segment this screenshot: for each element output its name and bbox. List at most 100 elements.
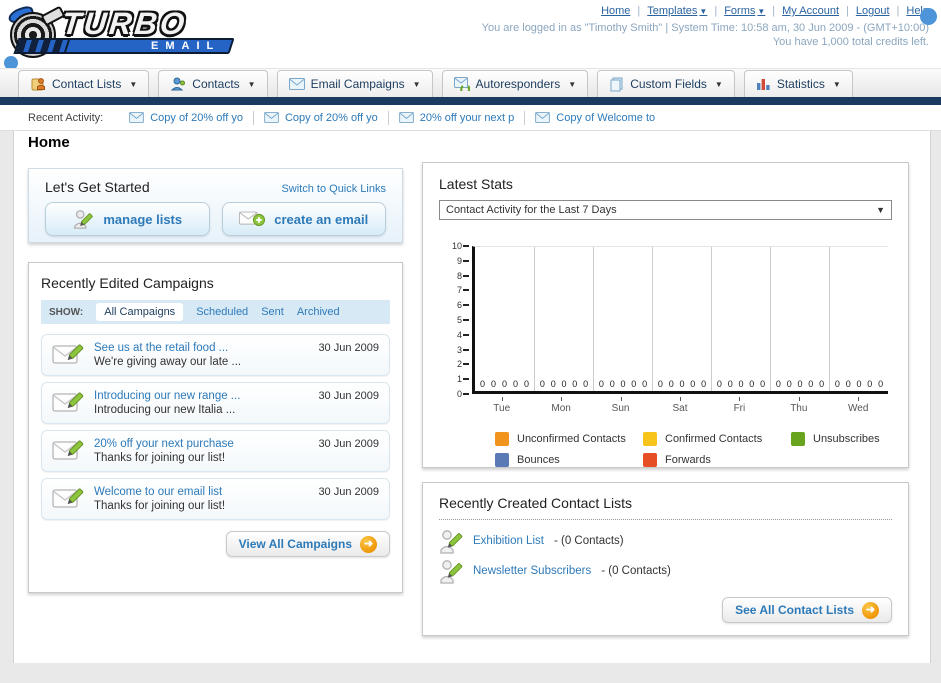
tab-custom-fields[interactable]: Custom Fields ▼ bbox=[597, 70, 735, 97]
contact-activity-chart: 10 9 8 7 6 5 4 3 2 1 0 000000000000000000000000000… bbox=[443, 241, 890, 418]
campaign-card[interactable]: See us at the retail food ... We're givin… bbox=[41, 334, 390, 376]
person-pencil-icon bbox=[440, 560, 463, 584]
tab-statistics[interactable]: Statistics ▼ bbox=[743, 70, 853, 97]
recent-activity-item[interactable]: Copy of 20% off yo bbox=[254, 112, 388, 124]
recent-activity-items: Copy of 20% off yo Copy of 20% off yo 20% … bbox=[119, 110, 665, 125]
campaign-card[interactable]: Introducing our new range ... Introducing… bbox=[41, 382, 390, 424]
data-value-label: 0 bbox=[631, 379, 637, 389]
logo[interactable]: TURBO EMAIL bbox=[6, 4, 258, 60]
filter-all-campaigns[interactable]: All Campaigns bbox=[96, 303, 184, 321]
campaign-card[interactable]: 20% off your next purchase Thanks for joi… bbox=[41, 430, 390, 472]
x-tick-label: Mon bbox=[531, 397, 590, 414]
stats-period-select[interactable]: Contact Activity for the Last 7 Days ▼ bbox=[439, 200, 892, 220]
tab-label: Autoresponders bbox=[475, 77, 561, 91]
autoresponders-icon bbox=[453, 77, 470, 91]
nav-link-my-account[interactable]: My Account bbox=[782, 5, 839, 17]
campaign-card[interactable]: Welcome to our email list Thanks for join… bbox=[41, 478, 390, 520]
data-value-label: 0 bbox=[657, 379, 663, 389]
data-value-label: 0 bbox=[808, 379, 814, 389]
campaign-title-link[interactable]: Introducing our new range ... bbox=[94, 390, 308, 402]
recent-activity-item[interactable]: 20% off your next p bbox=[389, 112, 525, 124]
envelope-pencil-icon bbox=[52, 440, 84, 460]
switch-quick-links-link[interactable]: Switch to Quick Links bbox=[281, 183, 386, 195]
campaign-title-link[interactable]: 20% off your next purchase bbox=[94, 438, 308, 450]
data-value-label: 0 bbox=[583, 379, 589, 389]
tab-contact-lists[interactable]: Contact Lists ▼ bbox=[18, 70, 150, 97]
nav-link-home[interactable]: Home bbox=[601, 5, 630, 17]
recent-activity-item[interactable]: Copy of 20% off yo bbox=[119, 112, 253, 124]
top-nav: Home | Templates ▼ | Forms ▼ | My Account | Logout… bbox=[482, 5, 929, 17]
data-value-label: 0 bbox=[716, 379, 722, 389]
tab-label: Contacts bbox=[192, 77, 240, 91]
chart-day-group: 00000 bbox=[829, 247, 888, 391]
main-nav-tabs: Contact Lists ▼ Contacts ▼ Email Campaigns… bbox=[18, 70, 853, 97]
chart-x-axis: Tue Mon Sun Sat Fri Thu Wed bbox=[472, 397, 888, 414]
manage-lists-label: manage lists bbox=[103, 211, 183, 227]
y-tick-label: 2 bbox=[456, 359, 462, 370]
recent-activity-link: Copy of 20% off yo bbox=[150, 111, 243, 124]
see-all-contact-lists-button[interactable]: See All Contact Lists ➜ bbox=[722, 597, 892, 623]
contact-list-link[interactable]: Newsletter Subscribers bbox=[473, 565, 591, 577]
data-value-label: 0 bbox=[572, 379, 578, 389]
data-value-label: 0 bbox=[490, 379, 496, 389]
create-email-label: create an email bbox=[274, 211, 369, 227]
filter-archived[interactable]: Archived bbox=[297, 306, 340, 318]
data-value-label: 0 bbox=[479, 379, 485, 389]
chart-value-labels: 00000 bbox=[714, 379, 768, 389]
x-tick-label: Wed bbox=[829, 397, 888, 414]
campaign-title-link[interactable]: Welcome to our email list bbox=[94, 486, 308, 498]
data-value-label: 0 bbox=[819, 379, 825, 389]
nav-link-templates[interactable]: Templates ▼ bbox=[647, 5, 707, 17]
contact-lists-icon bbox=[31, 78, 45, 91]
campaign-title-link[interactable]: See us at the retail food ... bbox=[94, 342, 308, 354]
view-all-campaigns-button[interactable]: View All Campaigns ➜ bbox=[225, 531, 390, 557]
data-value-label: 0 bbox=[550, 379, 556, 389]
see-all-contact-lists-label: See All Contact Lists bbox=[735, 603, 854, 617]
contact-list-item[interactable]: Exhibition List - (0 Contacts) bbox=[439, 526, 892, 556]
nav-link-logout[interactable]: Logout bbox=[856, 5, 890, 17]
tab-autoresponders[interactable]: Autoresponders ▼ bbox=[441, 70, 589, 97]
manage-lists-button[interactable]: manage lists bbox=[45, 202, 210, 236]
create-email-button[interactable]: create an email bbox=[221, 202, 386, 236]
get-started-title: Let's Get Started bbox=[45, 179, 150, 195]
campaign-subtitle: Thanks for joining our list! bbox=[94, 452, 226, 464]
page-title: Home bbox=[28, 134, 70, 151]
filter-sent[interactable]: Sent bbox=[261, 306, 284, 318]
recent-activity-link: Copy of 20% off yo bbox=[284, 111, 378, 124]
campaign-card-text: See us at the retail food ... We're givin… bbox=[94, 342, 308, 368]
tab-contacts[interactable]: Contacts ▼ bbox=[158, 70, 268, 97]
data-value-label: 0 bbox=[749, 379, 755, 389]
tab-email-campaigns[interactable]: Email Campaigns ▼ bbox=[276, 70, 433, 97]
filter-scheduled[interactable]: Scheduled bbox=[196, 306, 248, 318]
contact-list-count: - (0 Contacts) bbox=[553, 535, 624, 547]
x-tick-label: Tue bbox=[472, 397, 531, 414]
legend-item-unsubscribes: Unsubscribes bbox=[791, 432, 939, 446]
data-value-label: 0 bbox=[598, 379, 604, 389]
contact-list-item[interactable]: Newsletter Subscribers - (0 Contacts) bbox=[439, 556, 892, 586]
stats-period-value: Contact Activity for the Last 7 Days bbox=[446, 204, 617, 216]
chart-value-labels: 00000 bbox=[477, 379, 532, 389]
campaign-card-text: Introducing our new range ... Introducing… bbox=[94, 390, 308, 416]
data-value-label: 0 bbox=[845, 379, 851, 389]
data-value-label: 0 bbox=[727, 379, 733, 389]
y-tick-mark bbox=[463, 304, 469, 307]
legend-label: Unsubscribes bbox=[813, 433, 880, 445]
data-value-label: 0 bbox=[512, 379, 518, 389]
envelope-pencil-icon bbox=[52, 392, 84, 412]
contact-lists-title: Recently Created Contact Lists bbox=[439, 495, 632, 511]
y-tick-mark bbox=[463, 245, 469, 247]
chart-value-labels: 00000 bbox=[655, 379, 709, 389]
campaign-date: 30 Jun 2009 bbox=[318, 390, 379, 402]
x-tick-label: Thu bbox=[769, 397, 828, 414]
y-tick-mark bbox=[463, 378, 469, 381]
data-value-label: 0 bbox=[775, 379, 781, 389]
contact-list-link[interactable]: Exhibition List bbox=[473, 535, 544, 547]
nav-separator: | bbox=[714, 5, 718, 17]
legend-item-confirmed-contacts: Confirmed Contacts bbox=[643, 432, 791, 446]
data-value-label: 0 bbox=[609, 379, 615, 389]
data-value-label: 0 bbox=[797, 379, 803, 389]
nav-link-forms[interactable]: Forms ▼ bbox=[724, 5, 765, 17]
recent-activity-item[interactable]: Copy of Welcome to bbox=[525, 112, 665, 124]
tab-label: Statistics bbox=[776, 77, 825, 91]
contacts-icon bbox=[171, 77, 186, 91]
